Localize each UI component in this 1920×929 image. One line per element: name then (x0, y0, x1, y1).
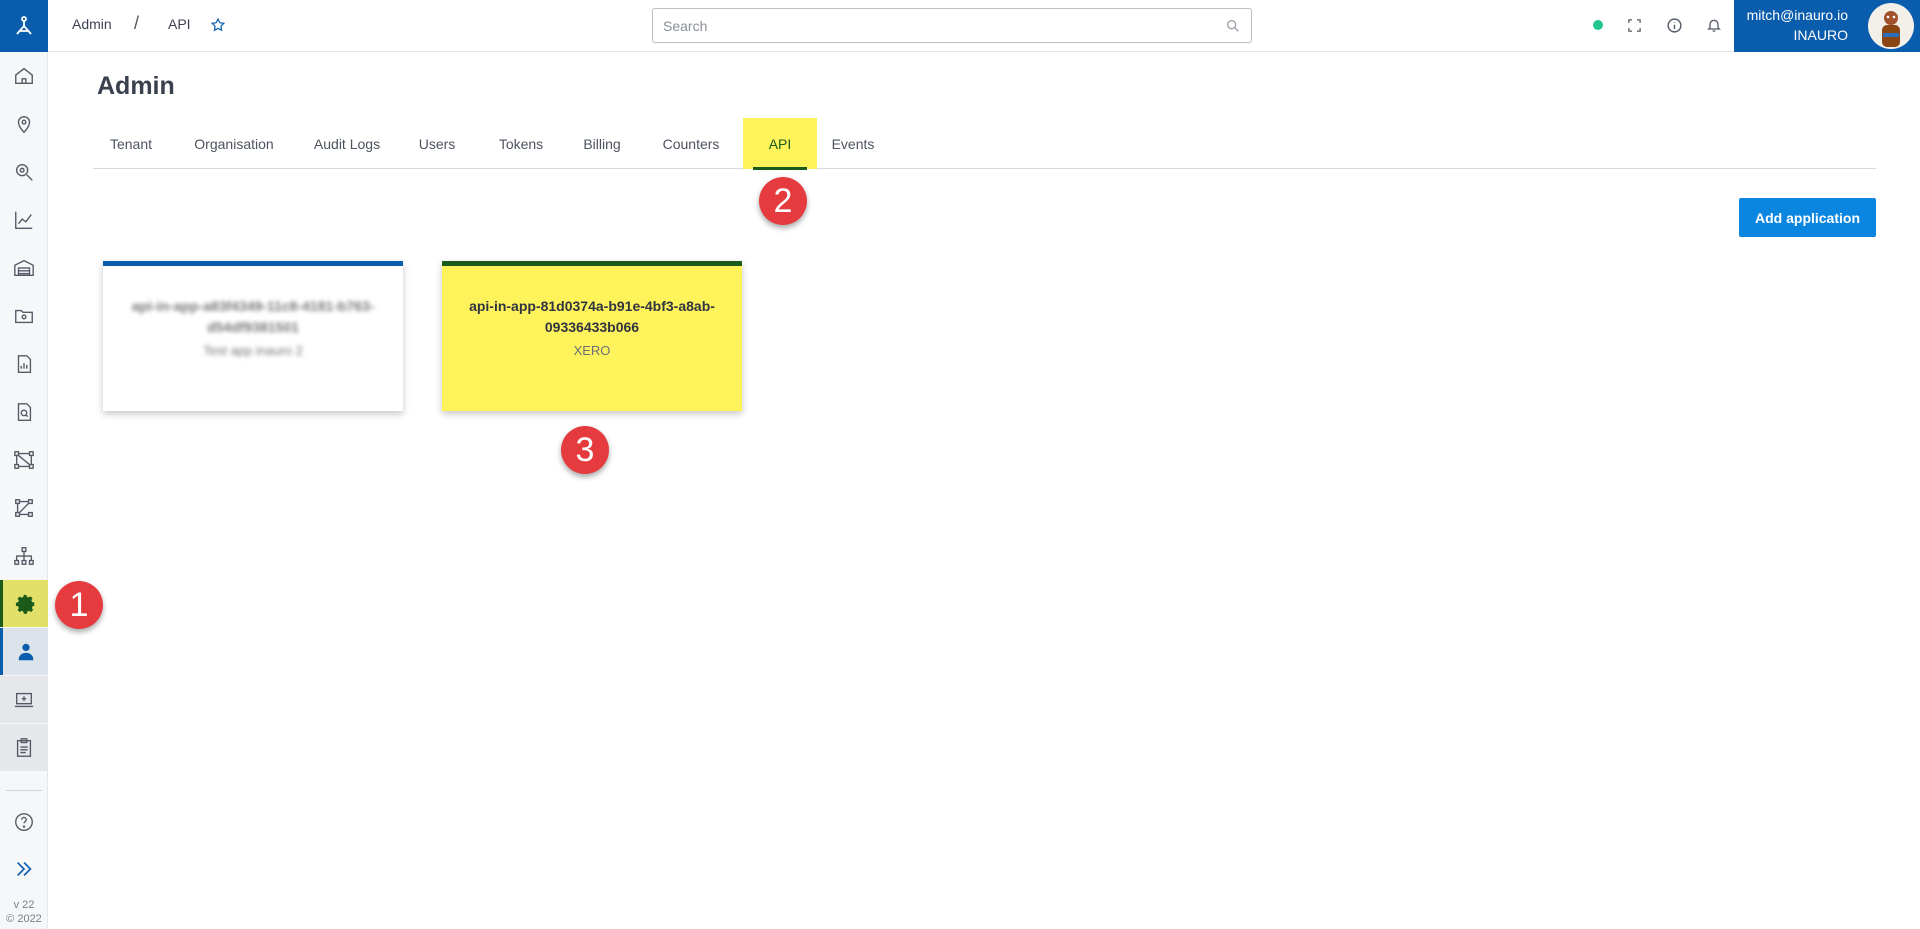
gear-icon (15, 594, 34, 614)
tab-tokens[interactable]: Tokens (491, 118, 551, 169)
card-subtitle: Test app inauro 2 (203, 343, 303, 358)
laptop-plus-icon (14, 692, 34, 707)
tab-audit-logs[interactable]: Audit Logs (299, 118, 395, 169)
sidebar-item-users[interactable] (0, 628, 48, 675)
info-icon[interactable] (1664, 15, 1684, 35)
folder-settings-icon (15, 309, 33, 323)
network-icon (14, 450, 34, 469)
tab-api[interactable]: API (743, 118, 817, 170)
bell-icon[interactable] (1704, 15, 1724, 35)
card-title: api-in-app-81d0374a-b91e-4bf3-a8ab-09336… (469, 298, 715, 335)
expand-icon (16, 861, 32, 876)
sidebar-item-network[interactable] (0, 436, 48, 483)
sidebar: v 22 © 2022 (0, 0, 48, 929)
tab-tenant[interactable]: Tenant (93, 118, 169, 169)
search-box (652, 8, 1252, 43)
fullscreen-icon[interactable] (1624, 15, 1644, 35)
sidebar-item-tasks[interactable] (0, 724, 48, 771)
report-icon (17, 354, 32, 373)
tab-counters[interactable]: Counters (653, 118, 729, 169)
line-chart-icon (15, 211, 33, 229)
sidebar-divider (6, 790, 42, 791)
breadcrumb-separator: / (134, 13, 140, 33)
card-subtitle: XERO (573, 343, 611, 358)
clipboard-icon (16, 737, 32, 757)
app-logo[interactable] (0, 0, 48, 52)
page-title: Admin (97, 72, 175, 100)
version-info: v 22 © 2022 (0, 898, 48, 926)
card-title: api-in-app-a83f4349-11c8-4181-b763-d54df… (131, 298, 375, 335)
user-email: mitch@inauro.io (1746, 7, 1848, 23)
card-accent-bar (103, 261, 403, 266)
help-icon (15, 812, 33, 831)
admin-tabs: Tenant Organisation Audit Logs Users Tok… (93, 118, 1876, 170)
user-menu[interactable]: mitch@inauro.io INAURO (1734, 0, 1920, 52)
api-app-card-selected[interactable]: api-in-app-81d0374a-b91e-4bf3-a8ab-09336… (442, 261, 742, 411)
search-icon[interactable] (1225, 18, 1241, 34)
version-label: v 22 (13, 899, 35, 911)
favorite-star-icon[interactable] (208, 15, 228, 35)
tab-users[interactable]: Users (411, 118, 463, 169)
user-icon (18, 643, 33, 660)
logo-icon (16, 16, 32, 35)
sidebar-item-reports[interactable] (0, 340, 48, 387)
home-icon (15, 67, 33, 84)
sidebar-item-devices[interactable] (0, 676, 48, 723)
annotation-badge-3: 3 (561, 426, 609, 474)
warehouse-icon (14, 259, 34, 276)
sidebar-item-home[interactable] (0, 52, 48, 99)
sidebar-item-analytics[interactable] (0, 196, 48, 243)
location-pin-icon (17, 115, 31, 133)
copyright-label: © 2022 (6, 913, 42, 925)
connection-status-dot (1593, 20, 1603, 30)
user-org: INAURO (1793, 27, 1848, 43)
add-application-button[interactable]: Add application (1739, 198, 1876, 237)
sidebar-item-locations[interactable] (0, 100, 48, 147)
annotation-badge-2: 2 (759, 177, 807, 225)
avatar[interactable] (1868, 3, 1914, 49)
sidebar-item-hierarchy[interactable] (0, 532, 48, 579)
breadcrumb-admin[interactable]: Admin (72, 16, 112, 32)
tab-organisation[interactable]: Organisation (179, 118, 289, 169)
tab-events[interactable]: Events (825, 118, 881, 169)
sidebar-item-workflows[interactable] (0, 484, 48, 531)
workflow-icon (15, 498, 33, 517)
sidebar-item-explore[interactable] (0, 148, 48, 195)
tab-billing[interactable]: Billing (574, 118, 630, 169)
sidebar-expand[interactable] (0, 845, 48, 892)
sidebar-item-admin[interactable] (0, 580, 48, 627)
sidebar-item-files[interactable] (0, 292, 48, 339)
api-app-card[interactable]: api-in-app-a83f4349-11c8-4181-b763-d54df… (103, 261, 403, 411)
top-bar: Admin / API mitch@inauro.io INAURO (48, 0, 1920, 52)
sidebar-item-documents[interactable] (0, 388, 48, 435)
sidebar-item-sites[interactable] (0, 244, 48, 291)
search-location-icon (15, 163, 33, 181)
search-input[interactable] (653, 9, 1251, 42)
card-accent-bar (442, 261, 742, 266)
breadcrumb-api[interactable]: API (168, 16, 191, 32)
hierarchy-icon (14, 546, 34, 565)
sidebar-item-help[interactable] (0, 798, 48, 845)
document-search-icon (17, 402, 32, 421)
annotation-badge-1: 1 (55, 581, 103, 629)
